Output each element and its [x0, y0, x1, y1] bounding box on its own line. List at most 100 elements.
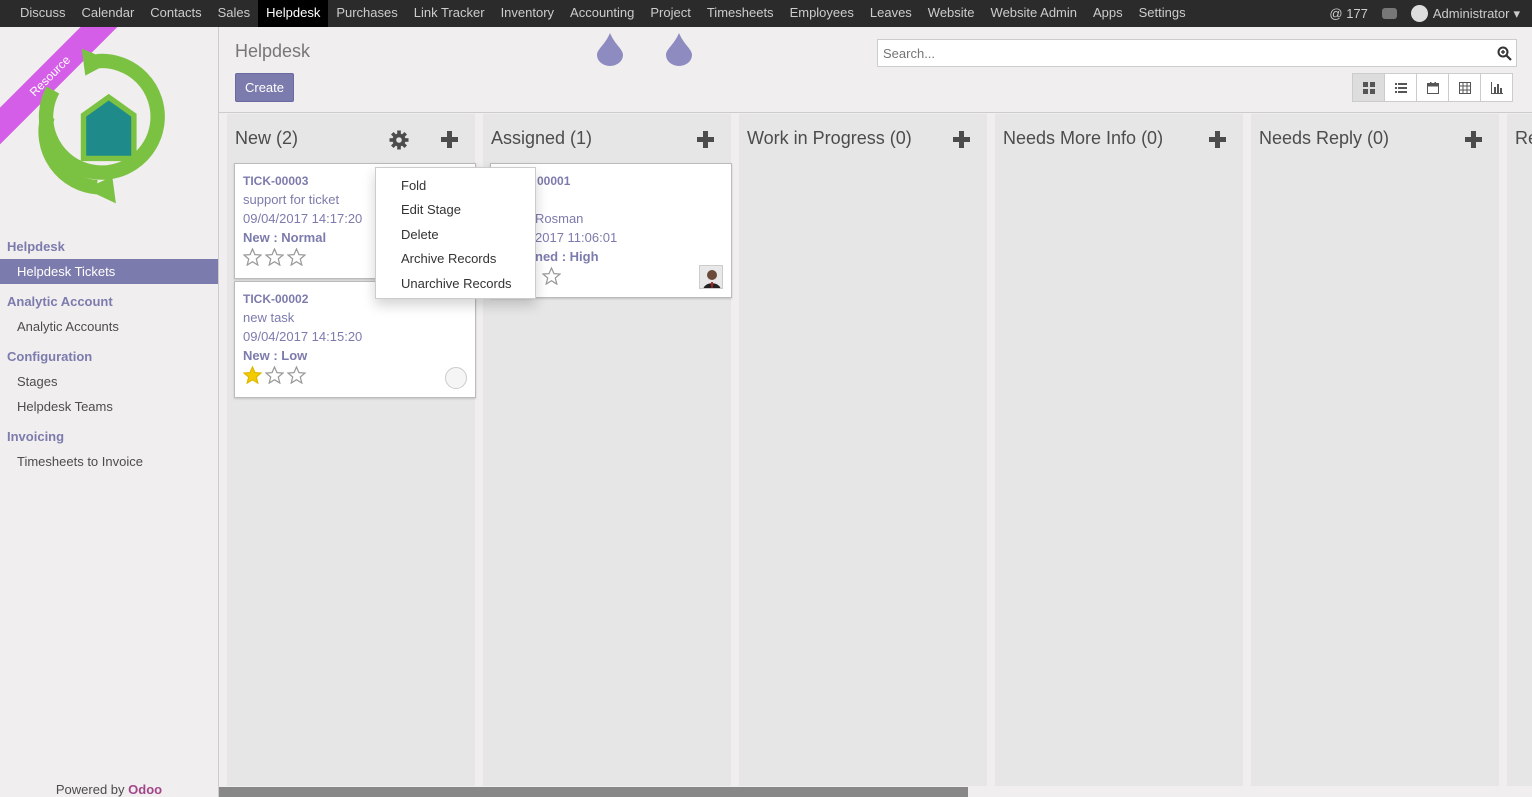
sidebar-heading[interactable]: Invoicing — [0, 424, 218, 449]
menu-settings[interactable]: Settings — [1131, 0, 1194, 27]
sidebar-section-helpdesk: Helpdesk Helpdesk Tickets — [0, 234, 218, 284]
sidebar-item-helpdesk-tickets[interactable]: Helpdesk Tickets — [0, 259, 218, 284]
ticket-ref: TICK-00003 — [243, 174, 309, 188]
menu-sales[interactable]: Sales — [210, 0, 259, 27]
person-icon — [700, 266, 722, 288]
menu-discuss[interactable]: Discuss — [12, 0, 74, 27]
menu-website[interactable]: Website — [920, 0, 983, 27]
ticket-ref: TICK-00002 — [243, 292, 309, 306]
search-icon[interactable] — [1497, 46, 1512, 61]
odoo-link[interactable]: Odoo — [128, 782, 162, 797]
menu-apps[interactable]: Apps — [1085, 0, 1131, 27]
control-panel: Helpdesk Create — [219, 27, 1532, 113]
menu-contacts[interactable]: Contacts — [142, 0, 209, 27]
star-icon[interactable] — [287, 366, 306, 384]
sidebar-item-helpdesk-teams[interactable]: Helpdesk Teams — [0, 394, 218, 419]
ticket-ref: 00001 — [537, 174, 571, 188]
menu-inventory[interactable]: Inventory — [493, 0, 562, 27]
graph-view-button[interactable] — [1480, 73, 1513, 102]
camera-icon — [445, 367, 467, 389]
drop-icon — [597, 33, 623, 66]
quick-create-plus-icon[interactable] — [441, 131, 458, 148]
delete-menu-item[interactable]: Delete — [401, 227, 439, 242]
menu-helpdesk[interactable]: Helpdesk — [258, 0, 329, 27]
menu-employees[interactable]: Employees — [782, 0, 862, 27]
fold-menu-item[interactable]: Fold — [401, 178, 426, 193]
sidebar: Resource Helpdesk Helpdesk Tickets Analy… — [0, 27, 219, 797]
ticket-stage: ned : High — [535, 249, 599, 264]
view-switcher — [1352, 73, 1513, 102]
table-icon — [1458, 81, 1471, 94]
systray: @ 177 Administrator ▾ — [1315, 0, 1520, 27]
star-icon[interactable] — [265, 248, 284, 266]
column-title[interactable]: New (2) — [235, 128, 298, 149]
sidebar-section-analytic: Analytic Account Analytic Accounts — [0, 289, 218, 339]
breadcrumb: Helpdesk — [235, 41, 311, 61]
kanban-column-needs-reply: Needs Reply (0) — [1251, 114, 1499, 786]
company-logo — [38, 48, 165, 204]
sidebar-item-analytic-accounts[interactable]: Analytic Accounts — [0, 314, 218, 339]
quick-create-plus-icon[interactable] — [1209, 131, 1226, 148]
menu-website-admin[interactable]: Website Admin — [983, 0, 1085, 27]
column-title[interactable]: Needs More Info (0) — [1003, 128, 1163, 149]
user-menu[interactable]: Administrator ▾ — [1410, 5, 1520, 22]
sidebar-item-timesheets-to-invoice[interactable]: Timesheets to Invoice — [0, 449, 218, 474]
star-icon[interactable] — [542, 267, 561, 285]
column-title[interactable]: Work in Progress (0) — [747, 128, 912, 149]
quick-create-plus-icon[interactable] — [697, 131, 714, 148]
powered-label: Powered by — [55, 782, 125, 797]
unarchive-records-menu-item[interactable]: Unarchive Records — [401, 276, 512, 291]
archive-records-menu-item[interactable]: Archive Records — [401, 251, 496, 266]
star-icon[interactable] — [265, 366, 284, 384]
star-icon[interactable] — [243, 248, 262, 266]
sidebar-heading[interactable]: Analytic Account — [0, 289, 218, 314]
user-name: Administrator — [1432, 6, 1510, 21]
menu-link-tracker[interactable]: Link Tracker — [406, 0, 493, 27]
search-input[interactable] — [878, 40, 1478, 66]
column-title[interactable]: Assigned (1) — [491, 128, 592, 149]
ticket-date: 09/04/2017 14:17:20 — [243, 211, 363, 226]
column-title[interactable]: Needs Reply (0) — [1259, 128, 1389, 149]
pivot-view-button[interactable] — [1448, 73, 1481, 102]
edit-stage-menu-item[interactable]: Edit Stage — [401, 202, 461, 217]
calendar-view-button[interactable] — [1416, 73, 1449, 102]
search-bar — [877, 39, 1517, 67]
scrollbar-thumb[interactable] — [219, 787, 968, 797]
gear-icon[interactable] — [389, 130, 409, 150]
menu-project[interactable]: Project — [642, 0, 698, 27]
list-view-button[interactable] — [1384, 73, 1417, 102]
priority-stars — [542, 267, 564, 285]
column-title[interactable]: Re — [1515, 128, 1532, 149]
menu-purchases[interactable]: Purchases — [328, 0, 405, 27]
ticket-stage: New : Low — [243, 348, 308, 363]
bar-chart-icon — [1490, 81, 1503, 94]
avatar — [699, 265, 723, 289]
top-navbar: Discuss Calendar Contacts Sales Helpdesk… — [0, 0, 1532, 27]
kanban-view-button[interactable] — [1352, 73, 1385, 102]
caret-down-icon: ▾ — [1513, 5, 1520, 21]
calendar-icon — [1426, 81, 1439, 94]
menu-accounting[interactable]: Accounting — [562, 0, 642, 27]
horizontal-scrollbar[interactable] — [219, 786, 1532, 797]
ticket-date: 2017 11:06:01 — [535, 230, 618, 245]
sidebar-heading[interactable]: Configuration — [0, 344, 218, 369]
avatar — [1410, 5, 1428, 22]
menu-timesheets[interactable]: Timesheets — [699, 0, 782, 27]
ticket-assignee: Rosman — [535, 211, 584, 226]
star-icon[interactable] — [287, 248, 306, 266]
quick-create-plus-icon[interactable] — [953, 131, 970, 148]
quick-create-plus-icon[interactable] — [1465, 131, 1482, 148]
ticket-name: support for ticket — [243, 192, 340, 207]
chat-icon — [1381, 8, 1397, 19]
app-menu: Discuss Calendar Contacts Sales Helpdesk… — [12, 0, 1194, 27]
mentions-counter[interactable]: @ 177 — [1329, 6, 1368, 21]
priority-stars — [243, 366, 309, 384]
column-settings-dropdown: Fold Edit Stage Delete Archive Records U… — [375, 167, 536, 299]
menu-leaves[interactable]: Leaves — [862, 0, 920, 27]
menu-calendar[interactable]: Calendar — [74, 0, 143, 27]
star-icon[interactable] — [243, 366, 262, 384]
sidebar-heading[interactable]: Helpdesk — [0, 234, 218, 259]
sidebar-item-stages[interactable]: Stages — [0, 369, 218, 394]
create-button[interactable]: Create — [235, 73, 294, 102]
chat-button[interactable] — [1381, 8, 1397, 19]
